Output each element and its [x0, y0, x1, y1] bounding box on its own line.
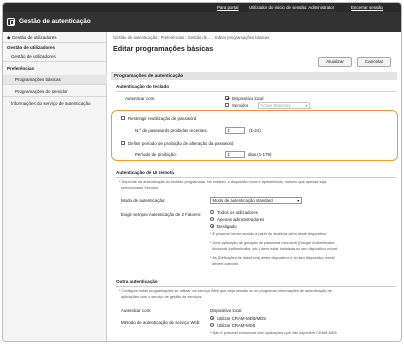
main-content: Gestão de autenticação : Preferências : … — [107, 32, 401, 341]
two-factor-admin-radio[interactable] — [210, 217, 214, 221]
sidebar-item-auth-service-info[interactable]: Informações do serviço de autenticação — [11, 101, 101, 107]
two-factor-note-3: Microsoft Authenticator, etc.) deve esta… — [212, 247, 339, 251]
lock-icon — [7, 18, 15, 26]
divider — [3, 84, 107, 85]
web-auth-cram-radio[interactable] — [210, 323, 214, 327]
app-title: Gestão de autenticação — [19, 18, 91, 25]
divider — [3, 61, 107, 62]
local-device-label: Dispositivo local — [232, 96, 264, 101]
auth-mode-label: Modo de autenticação: — [121, 198, 166, 203]
prohibited-count-input[interactable]: 1 — [225, 127, 245, 134]
web-auth-cram-label: Utilizar CRAM-MD5 — [217, 323, 256, 328]
period-input[interactable]: 1 — [225, 151, 245, 158]
other-auth-value: Dispositivo local — [210, 308, 242, 313]
sidebar-item-basic-settings[interactable]: Programações básicas — [15, 77, 61, 82]
sidebar-back-link[interactable]: ◆ Gestão de utilizadores — [7, 35, 57, 41]
period-range: dias (1-179) — [248, 152, 272, 157]
prohibit-period-label: Definir período de proibição de alteraçã… — [128, 141, 234, 146]
sidebar-item-server-settings[interactable]: Programações do servidor — [15, 89, 68, 94]
two-factor-all-label: Todos os utilizadores — [217, 210, 259, 215]
server-select[interactable]: Active Directory ▼ — [258, 102, 310, 109]
sidebar: ◆ Gestão de utilizadores Gestão de utili… — [3, 32, 107, 341]
auth-mode-select[interactable]: Modo de autenticação standard ▼ — [210, 197, 302, 204]
cancel-button[interactable]: Cancelar — [357, 57, 391, 67]
web-auth-md5-radio[interactable] — [210, 316, 214, 320]
server-label: Servidor — [232, 103, 249, 108]
prohibited-count-label: N.º de passwords proibidas recentes: — [135, 128, 208, 133]
web-auth-method-label: Método de autenticação de serviço Web: — [121, 320, 201, 325]
logged-in-user: Utilizador do início de sessão: Administ… — [249, 5, 335, 10]
app-header: Gestão de autenticação — [3, 12, 401, 32]
prohibited-count-range: (1-24) — [249, 128, 261, 133]
sidebar-item-users[interactable]: Gestão de utilizadores — [11, 54, 56, 59]
chevron-down-icon: ▼ — [304, 104, 308, 108]
web-auth-md5-label: Utilizar CRAM-MD5/MD5 — [217, 316, 266, 321]
two-factor-note-4: * As [Definições de data/hora] deste dis… — [210, 256, 335, 260]
chevron-down-icon: ▼ — [296, 199, 300, 203]
other-auth-with-label: Autenticar com: — [121, 308, 152, 313]
restrict-reuse-label: Restringir reutilização de password — [128, 116, 197, 121]
sidebar-group-users: Gestão de utilizadores — [7, 45, 56, 50]
two-factor-note-5: devem coincidir. — [212, 262, 240, 266]
two-factor-label: Exigir sempre Autenticação de 2 Fatores: — [121, 212, 202, 217]
logout-link[interactable]: Encerrar sessão — [351, 5, 383, 10]
server-checkbox[interactable] — [225, 103, 229, 107]
two-factor-off-radio[interactable] — [210, 224, 214, 228]
two-factor-off-label: Desligado — [217, 224, 237, 229]
two-factor-note-1: * É possível iniciar sessão a partir do … — [210, 232, 327, 236]
top-bar: Para portal Utilizador do início de sess… — [3, 3, 401, 12]
page-title: Editar programações básicas — [113, 44, 214, 53]
section-auth-settings: Programações de autenticação — [111, 72, 397, 80]
divider — [116, 286, 396, 287]
prohibit-period-checkbox[interactable] — [121, 141, 125, 145]
divider — [3, 42, 107, 43]
other-auth-heading: Outra autenticação — [116, 279, 158, 284]
divider — [116, 177, 396, 178]
period-label: Período de proibição: — [135, 152, 177, 157]
other-auth-note-2: aplicações com o serviço de gestão de se… — [121, 295, 203, 299]
portal-link[interactable]: Para portal — [217, 5, 238, 10]
other-auth-note-1: * Configure estas programações se utiliz… — [119, 289, 332, 293]
divider — [116, 91, 396, 92]
server-select-value: Active Directory — [260, 103, 291, 108]
sidebar-group-preferences: Preferências — [7, 66, 35, 71]
web-auth-note: * Não é possível comunicar com aplicaçõe… — [210, 331, 337, 335]
auth-mode-value: Modo de autenticação standard — [212, 198, 273, 203]
update-button[interactable]: Atualizar — [318, 57, 352, 67]
two-factor-all-radio[interactable] — [210, 210, 214, 214]
remote-ui-note-2: seleccionado Servidor. — [121, 186, 160, 190]
breadcrumb: Gestão de autenticação : Preferências : … — [113, 35, 270, 40]
app-window: Para portal Utilizador do início de sess… — [2, 2, 402, 342]
divider — [3, 96, 107, 97]
two-factor-admin-label: Apenas administradores — [217, 217, 265, 222]
two-factor-note-2: * Uma aplicação de geração de password m… — [210, 241, 336, 245]
local-device-checkbox[interactable] — [225, 96, 229, 100]
auth-with-label: Autenticar com: — [125, 96, 156, 101]
restrict-reuse-checkbox[interactable] — [121, 116, 125, 120]
keyboard-auth-heading: Autenticação do teclado — [116, 84, 170, 89]
remote-ui-auth-heading: Autenticação de UI remota — [116, 170, 174, 175]
remote-ui-note-1: * Depende da autenticação do teclado pro… — [119, 180, 327, 184]
